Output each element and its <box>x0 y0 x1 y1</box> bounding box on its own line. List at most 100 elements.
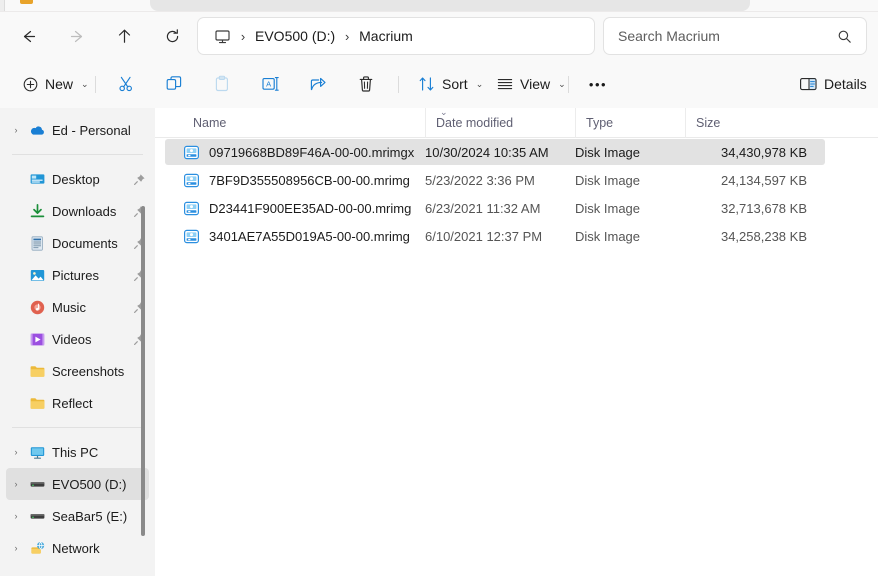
file-name-label: 7BF9D355508956CB-00-00.mrimg <box>209 172 410 188</box>
chevron-right-icon[interactable]: › <box>6 543 26 553</box>
sidebar-list: › Ed - Personal Desktop Downloads Documents P… <box>0 108 155 564</box>
overflow-button[interactable]: ••• <box>583 68 613 100</box>
forward-button[interactable] <box>63 22 91 50</box>
sidebar-item-videos[interactable]: Videos <box>6 323 149 355</box>
new-button[interactable]: New ⌄ <box>16 68 95 100</box>
cell-date-modified: 10/30/2024 10:35 AM <box>425 144 549 160</box>
view-list-icon <box>497 79 513 90</box>
sidebar-item-label: Videos <box>52 331 92 347</box>
desktop-icon <box>26 171 48 188</box>
chevron-right-icon[interactable]: › <box>6 447 26 457</box>
sidebar-item-evo500-d[interactable]: › EVO500 (D:) <box>6 468 149 500</box>
details-pane-button[interactable]: Details <box>793 68 873 100</box>
column-header-label: Type <box>586 116 614 130</box>
cell-name[interactable]: D23441F900EE35AD-00-00.mrimg <box>183 194 411 222</box>
scissors-icon <box>119 76 132 92</box>
address-bar[interactable]: › EVO500 (D:) › Macrium <box>198 18 594 54</box>
column-header-date[interactable]: Date modified ⌄ <box>425 107 575 138</box>
command-bar: New ⌄ A Sort ⌄ View ⌄ ••• Details <box>0 60 878 108</box>
sidebar-scrollbar[interactable] <box>141 108 150 576</box>
network-icon <box>26 540 48 557</box>
cell-date-modified: 5/23/2022 3:36 PM <box>425 172 535 188</box>
sidebar-item-reflect[interactable]: Reflect <box>6 387 149 419</box>
table-row[interactable]: 09719668BD89F46A-00-00.mrimgx 10/30/2024 … <box>155 138 878 166</box>
toolbar-separator-2 <box>398 76 399 93</box>
cell-type: Disk Image <box>575 172 641 188</box>
sidebar-item-documents[interactable]: Documents <box>6 227 149 259</box>
cell-date-modified: 6/23/2021 11:32 AM <box>425 200 541 216</box>
sidebar-item-network[interactable]: › Network <box>6 532 149 564</box>
chevron-down-icon[interactable]: ⌄ <box>476 79 484 90</box>
chevron-down-icon[interactable]: ⌄ <box>558 79 566 90</box>
file-name-label: 09719668BD89F46A-00-00.mrimgx <box>209 144 415 160</box>
sidebar-item-ed-personal[interactable]: › Ed - Personal <box>6 114 149 146</box>
paste-button <box>206 68 238 100</box>
cell-size: 34,258,238 KB <box>720 228 807 244</box>
sidebar-item-label: Reflect <box>52 395 93 411</box>
sidebar-item-label: Pictures <box>52 267 99 283</box>
disk-image-icon <box>183 172 200 189</box>
chevron-right-icon[interactable]: › <box>6 479 26 489</box>
column-header-name[interactable]: Name <box>183 108 425 138</box>
sidebar-item-desktop[interactable]: Desktop <box>6 163 149 195</box>
up-button[interactable] <box>110 22 138 50</box>
search-icon[interactable] <box>837 29 852 44</box>
sort-indicator-descending-icon: ⌄ <box>440 107 448 117</box>
rename-button[interactable]: A <box>254 68 286 100</box>
chevron-right-icon[interactable]: › <box>6 511 26 521</box>
cell-size: 34,430,978 KB <box>720 144 807 160</box>
column-header-label: Date modified <box>436 116 514 130</box>
sidebar-item-music[interactable]: Music <box>6 291 149 323</box>
sidebar-item-label: EVO500 (D:) <box>52 476 127 492</box>
folder-icon <box>26 395 48 412</box>
this-pc-monitor-icon[interactable] <box>214 28 231 45</box>
paste-icon <box>215 75 228 92</box>
navigation-pane: › Ed - Personal Desktop Downloads Documents P… <box>0 108 155 576</box>
sidebar-item-downloads[interactable]: Downloads <box>6 195 149 227</box>
sidebar-item-this-pc[interactable]: › This PC <box>6 436 149 468</box>
sidebar-item-label: Downloads <box>52 203 117 219</box>
cell-name[interactable]: 09719668BD89F46A-00-00.mrimgx <box>183 138 414 166</box>
back-button[interactable] <box>14 22 42 50</box>
cut-button[interactable] <box>110 68 142 100</box>
table-row[interactable]: 7BF9D355508956CB-00-00.mrimg 5/23/2022 3:… <box>155 166 878 194</box>
sidebar-item-pictures[interactable]: Pictures <box>6 259 149 291</box>
sidebar-item-screenshots[interactable]: Screenshots <box>6 355 149 387</box>
tab-item[interactable] <box>150 0 750 11</box>
drive-icon <box>26 508 48 525</box>
breadcrumb-item-folder[interactable]: Macrium <box>359 28 413 44</box>
breadcrumb-item-drive[interactable]: EVO500 (D:) <box>255 28 335 44</box>
refresh-button[interactable] <box>158 22 186 50</box>
delete-button[interactable] <box>350 68 382 100</box>
copy-button[interactable] <box>158 68 190 100</box>
sort-button-label: Sort <box>442 76 468 92</box>
cell-name[interactable]: 3401AE7A55D019A5-00-00.mrimg <box>183 222 410 250</box>
cell-type: Disk Image <box>575 228 641 244</box>
table-row[interactable]: D23441F900EE35AD-00-00.mrimg 6/23/2021 11… <box>155 194 878 222</box>
plus-circle-icon <box>23 77 38 91</box>
sidebar-item-label: Ed - Personal <box>52 122 131 138</box>
cell-name[interactable]: 7BF9D355508956CB-00-00.mrimg <box>183 166 410 194</box>
sort-arrows-icon <box>419 77 434 91</box>
tab-strip <box>0 0 878 12</box>
view-button[interactable]: View ⌄ <box>490 68 572 100</box>
table-row[interactable]: 3401AE7A55D019A5-00-00.mrimg 6/10/2021 12… <box>155 222 878 250</box>
search-box[interactable]: Search Macrium <box>604 18 866 54</box>
cell-date-modified: 6/10/2021 12:37 PM <box>425 228 543 244</box>
share-button[interactable] <box>302 68 334 100</box>
search-input[interactable]: Search Macrium <box>618 28 837 44</box>
breadcrumb-separator-0: › <box>240 28 246 44</box>
details-pane-label: Details <box>824 76 867 92</box>
music-icon <box>26 299 48 316</box>
sidebar-scrollbar-thumb[interactable] <box>141 206 145 536</box>
column-header-label: Size <box>696 116 721 130</box>
chevron-right-icon[interactable]: › <box>6 125 26 135</box>
column-header-label: Name <box>193 116 227 130</box>
navigation-bar: › EVO500 (D:) › Macrium Search Macrium <box>0 12 878 60</box>
sort-button[interactable]: Sort ⌄ <box>412 68 489 100</box>
column-header-size[interactable]: Size <box>685 108 820 138</box>
file-explorer-window: › EVO500 (D:) › Macrium Search Macrium N… <box>0 0 878 576</box>
column-header-type[interactable]: Type <box>575 108 685 138</box>
chevron-down-icon[interactable]: ⌄ <box>81 79 89 90</box>
sidebar-item-seabar5-e[interactable]: › SeaBar5 (E:) <box>6 500 149 532</box>
